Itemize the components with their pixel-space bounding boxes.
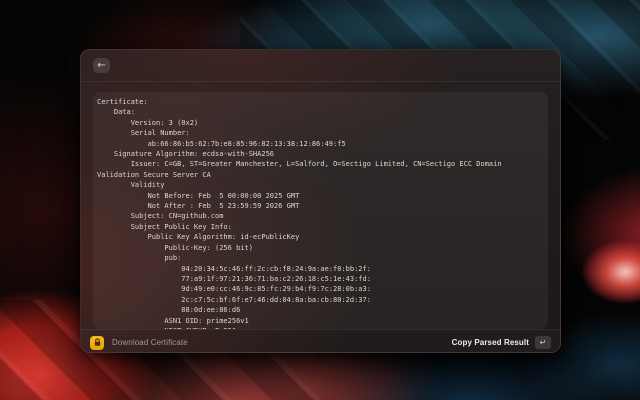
certificate-text: Certificate: Data: Version: 3 (0x2) Seri… (97, 98, 502, 329)
enter-key-badge: ↵ (535, 336, 551, 349)
certificate-viewer-window: ← Certificate: Data: Version: 3 (0x2) Se… (80, 49, 561, 353)
return-key-icon: ↵ (539, 338, 547, 347)
action-bar: Download Certificate Copy Parsed Result … (81, 329, 560, 352)
lock-icon (90, 335, 104, 350)
back-button[interactable]: ← (93, 58, 110, 73)
back-arrow-icon: ← (97, 59, 106, 71)
copy-parsed-result-action[interactable]: Copy Parsed Result ↵ (452, 336, 551, 349)
download-certificate-label: Download Certificate (112, 338, 188, 347)
window-titlebar: ← (81, 50, 560, 82)
lock-glyph (94, 338, 100, 346)
certificate-detail-panel[interactable]: Certificate: Data: Version: 3 (0x2) Seri… (93, 92, 548, 329)
copy-parsed-result-label: Copy Parsed Result (451, 338, 529, 347)
primary-action[interactable]: Download Certificate (90, 335, 188, 350)
